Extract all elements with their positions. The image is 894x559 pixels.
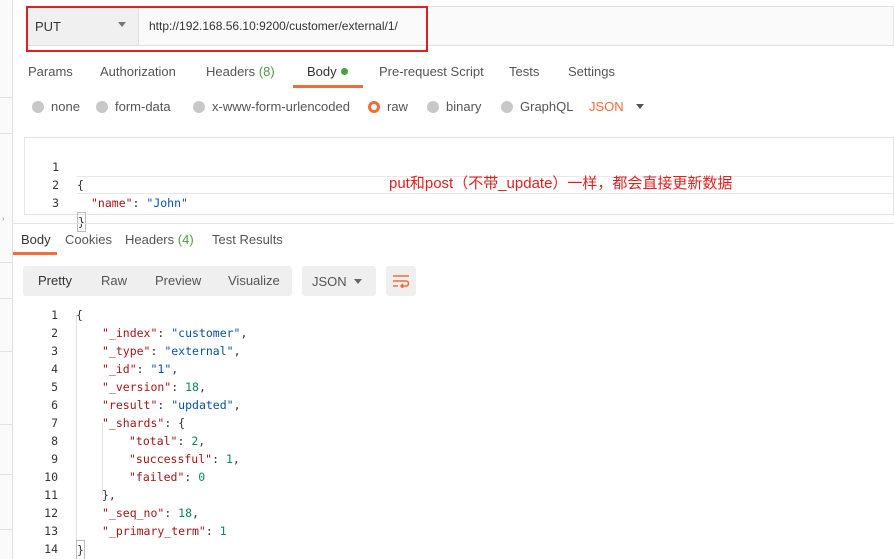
annotation-text: put和post（不带_update）一样，都会直接更新数据 xyxy=(389,175,733,192)
gutter-divider xyxy=(0,424,12,425)
tab-authorization[interactable]: Authorization xyxy=(100,60,176,88)
radio-x-www-form-urlencoded[interactable]: x-www-form-urlencoded xyxy=(193,99,350,114)
response-body[interactable]: 1{ 2 "_index": "customer", 3 "_type": "ext… xyxy=(24,306,894,559)
response-format-select[interactable]: JSON xyxy=(302,266,376,296)
gutter-divider xyxy=(0,97,12,98)
gutter-divider xyxy=(0,474,12,475)
gutter-divider xyxy=(0,262,12,263)
response-tab-body[interactable]: Body xyxy=(21,231,51,249)
headers-count: (8) xyxy=(258,64,275,79)
radio-raw[interactable]: raw xyxy=(368,99,408,114)
method-label: PUT xyxy=(35,18,61,34)
tab-settings[interactable]: Settings xyxy=(568,60,615,88)
chevron-down-icon xyxy=(354,279,362,284)
tab-pre-request-script[interactable]: Pre-request Script xyxy=(379,60,484,88)
response-tab-cookies[interactable]: Cookies xyxy=(65,231,112,249)
radio-button[interactable] xyxy=(193,100,205,113)
response-tab-headers[interactable]: Headers (4) xyxy=(125,231,194,249)
radio-button[interactable] xyxy=(427,100,439,113)
code-line: 1 { xyxy=(52,160,84,192)
gutter-divider xyxy=(0,133,12,134)
tab-body[interactable]: Body xyxy=(307,60,348,88)
gutter-divider xyxy=(0,529,12,530)
body-modified-dot xyxy=(340,68,348,76)
gutter-divider xyxy=(0,298,12,299)
code-line: 3 } xyxy=(25,176,86,232)
view-mode-group: Pretty Raw Preview Visualize xyxy=(23,266,292,296)
chevron-down-icon xyxy=(635,104,644,109)
url-input[interactable]: http://192.168.56.10:9200/customer/exter… xyxy=(149,7,398,45)
view-pretty-button[interactable]: Pretty xyxy=(38,266,72,296)
wrap-lines-button[interactable] xyxy=(386,266,416,296)
indent-guide xyxy=(102,423,103,495)
section-divider xyxy=(13,223,894,224)
radio-none[interactable]: none xyxy=(32,99,80,114)
active-tab-indicator xyxy=(293,85,363,88)
code-line: 2 "name": "John" xyxy=(52,178,188,210)
chevron-down-icon xyxy=(118,22,126,27)
view-raw-button[interactable]: Raw xyxy=(101,266,127,296)
indent-guide xyxy=(76,315,77,551)
wrap-lines-icon xyxy=(393,275,410,288)
view-visualize-button[interactable]: Visualize xyxy=(228,266,280,296)
left-gutter: › xyxy=(0,0,13,559)
radio-button[interactable] xyxy=(501,100,513,113)
tab-headers[interactable]: Headers (8) xyxy=(206,60,275,88)
tab-tests[interactable]: Tests xyxy=(509,60,539,88)
response-tab-test-results[interactable]: Test Results xyxy=(212,231,283,249)
active-response-tab-indicator xyxy=(13,252,57,255)
view-preview-button[interactable]: Preview xyxy=(155,266,201,296)
radio-form-data[interactable]: form-data xyxy=(96,99,171,114)
collapse-arrow-icon[interactable]: › xyxy=(2,214,5,223)
response-headers-count: (4) xyxy=(177,232,194,247)
radio-button[interactable] xyxy=(32,100,44,113)
method-select[interactable]: PUT xyxy=(27,7,139,45)
radio-button[interactable] xyxy=(96,100,108,113)
tab-params[interactable]: Params xyxy=(28,60,73,88)
request-bar: PUT http://192.168.56.10:9200/customer/e… xyxy=(26,6,894,46)
gutter-divider xyxy=(0,351,12,352)
raw-format-select[interactable]: JSON xyxy=(589,99,644,114)
radio-binary[interactable]: binary xyxy=(427,99,481,114)
radio-button-checked[interactable] xyxy=(368,100,380,113)
radio-graphql[interactable]: GraphQL xyxy=(501,99,573,114)
